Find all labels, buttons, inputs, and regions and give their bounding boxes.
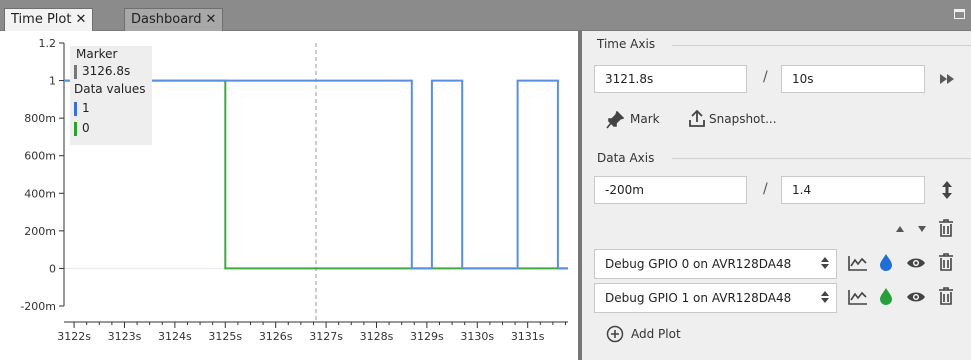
series-1-value: 0 [82, 121, 90, 135]
x-tick-label: 3126s [259, 330, 293, 343]
move-up-icon[interactable] [895, 225, 905, 233]
x-tick-label: 3125s [208, 330, 242, 343]
line-style-icon[interactable] [848, 289, 868, 305]
x-tick-label: 3122s [57, 330, 91, 343]
series-0-value: 1 [82, 101, 90, 115]
data-values-title: Data values [74, 82, 146, 96]
plot-source-select[interactable]: Debug GPIO 1 on AVR128DA48 [594, 283, 837, 313]
series-0-swatch [74, 102, 77, 116]
add-circle-icon [606, 325, 624, 343]
data-span-field[interactable]: 1.4 [781, 176, 925, 204]
y-tick-label: 200m [24, 225, 56, 238]
line-style-icon[interactable] [848, 255, 868, 271]
select-arrows-icon [821, 257, 829, 269]
color-drop-icon[interactable] [879, 287, 893, 306]
visibility-eye-icon[interactable] [906, 291, 926, 303]
visibility-eye-icon[interactable] [906, 257, 926, 269]
x-tick-label: 3131s [511, 330, 545, 343]
time-start-field[interactable]: 3121.8s [594, 65, 747, 93]
time-span-field[interactable]: 10s [781, 65, 925, 93]
data-min-field[interactable]: -200m [594, 176, 747, 204]
maximize-icon[interactable] [954, 9, 965, 19]
select-arrows-icon [821, 291, 829, 303]
x-tick-label: 3128s [360, 330, 394, 343]
tab-label: Time Plot [11, 12, 72, 27]
series-1-swatch [74, 122, 77, 136]
pin-icon [606, 111, 624, 129]
y-tick-label: 1.2 [39, 37, 57, 50]
x-tick-label: 3124s [158, 330, 192, 343]
x-tick-label: 3130s [460, 330, 494, 343]
trash-icon[interactable] [938, 219, 954, 237]
y-tick-label: 600m [24, 150, 56, 163]
plot-source-label: Debug GPIO 1 on AVR128DA48 [605, 291, 792, 305]
mark-button[interactable]: Mark [630, 112, 660, 126]
divider [672, 158, 971, 159]
slash-separator: / [763, 181, 768, 197]
plot-source-select[interactable]: Debug GPIO 0 on AVR128DA48 [594, 249, 837, 279]
close-icon[interactable]: ✕ [75, 12, 86, 27]
data-axis-label: Data Axis [597, 151, 655, 165]
move-down-icon[interactable] [917, 225, 927, 233]
snapshot-button[interactable]: Snapshot... [709, 112, 777, 126]
tab-time-plot[interactable]: Time Plot ✕ [4, 8, 94, 31]
y-tick-label: 0 [49, 262, 56, 275]
divider [672, 45, 971, 46]
color-drop-icon[interactable] [879, 253, 893, 272]
marker-swatch [74, 65, 77, 79]
add-plot-button[interactable]: Add Plot [631, 327, 681, 341]
trash-icon[interactable] [938, 253, 954, 271]
settings-panel: Time Axis 3121.8s / 10s Mark Snapshot...… [582, 31, 971, 360]
x-tick-label: 3127s [309, 330, 343, 343]
slash-separator: / [763, 69, 768, 85]
marker-value: 3126.8s [82, 64, 131, 78]
close-icon[interactable]: ✕ [206, 12, 217, 27]
y-tick-label: 800m [24, 112, 56, 125]
y-tick-label: 1 [49, 75, 56, 88]
plot-source-label: Debug GPIO 0 on AVR128DA48 [605, 257, 792, 271]
marker-title: Marker [76, 47, 118, 61]
y-tick-label: -200m [20, 300, 56, 313]
tab-dashboard[interactable]: Dashboard ✕ [124, 8, 224, 31]
snapshot-icon [689, 109, 705, 127]
y-tick-label: 400m [24, 187, 56, 200]
marker-legend: Marker 3126.8s Data values 1 0 [70, 46, 152, 145]
x-tick-label: 3129s [410, 330, 444, 343]
time-axis-label: Time Axis [597, 37, 656, 51]
tab-label: Dashboard [131, 12, 202, 27]
vertical-resize-icon[interactable] [941, 180, 953, 200]
trash-icon[interactable] [938, 287, 954, 305]
tab-bar: Time Plot ✕ Dashboard ✕ [0, 0, 971, 31]
x-tick-label: 3123s [108, 330, 142, 343]
play-forward-icon[interactable] [939, 73, 955, 85]
